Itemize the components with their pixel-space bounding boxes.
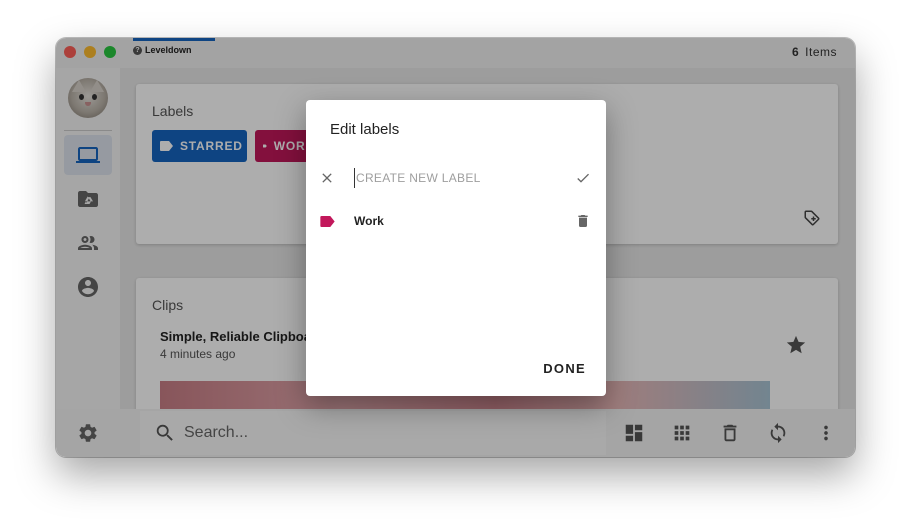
close-icon bbox=[322, 173, 332, 183]
confirm-new-label-button[interactable] bbox=[574, 169, 592, 187]
new-label-row bbox=[306, 160, 606, 196]
label-name[interactable]: Work bbox=[354, 214, 384, 228]
new-label-input[interactable] bbox=[354, 168, 556, 188]
dialog-title: Edit labels bbox=[330, 121, 400, 138]
delete-label-button[interactable] bbox=[574, 212, 592, 230]
done-button[interactable]: DONE bbox=[543, 357, 586, 380]
label-row-work: Work bbox=[306, 203, 606, 239]
cancel-new-label-button[interactable] bbox=[318, 169, 336, 187]
label-color-marker bbox=[318, 214, 336, 228]
trash-icon bbox=[578, 215, 588, 227]
label-tag-icon bbox=[319, 215, 335, 227]
check-icon bbox=[577, 173, 589, 183]
edit-labels-dialog: Edit labels Work DONE bbox=[306, 100, 606, 396]
